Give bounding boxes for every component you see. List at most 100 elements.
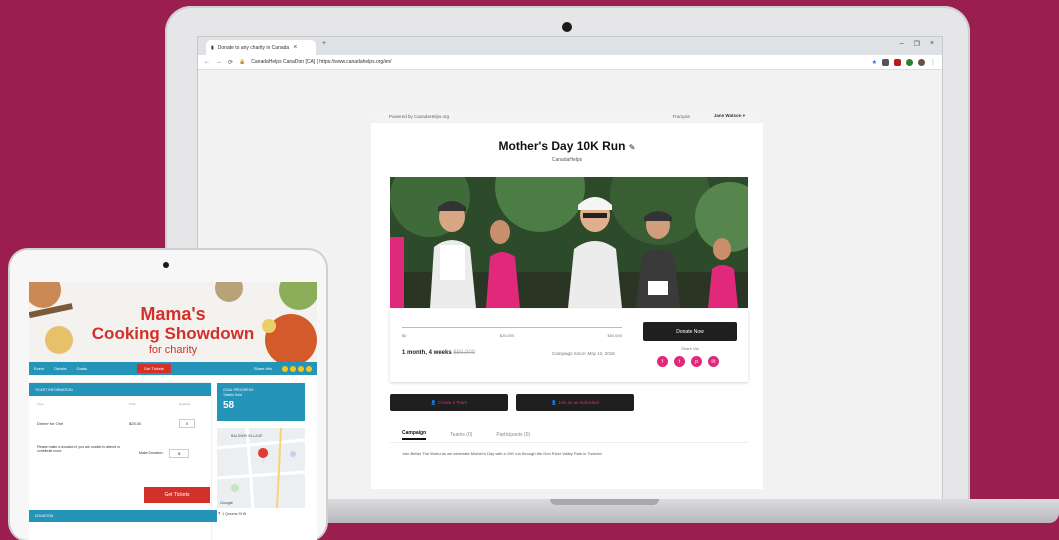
campaign-title-text: Mother's Day 10K Run [498,139,626,153]
goal-text: $50,000 [453,350,476,356]
google-map-logo: Google [220,500,233,505]
event-address: 📍 1 Queens St W [217,512,246,516]
share-label: Share Via [681,346,699,351]
campaign-tabs: Campaign Teams (0) Participants (0) [390,427,748,443]
event-banner: Mama's Cooking Showdown for charity [29,282,317,362]
donation-input[interactable]: $ [169,449,190,458]
map-area-label: BALDWIN VILLAGE [231,434,263,438]
laptop-camera [562,22,572,32]
share-icon[interactable] [298,365,304,372]
browser-toolbar: ← → ⟳ 🔒 CanadaHelps CanaDon [CA] | https… [198,55,942,70]
campaign-page: Powered by CanadaHelps.org Français Jane… [371,109,763,489]
window-controls: – ❐ × [900,40,934,48]
profile-avatar-icon[interactable] [918,58,925,66]
event-map[interactable]: BALDWIN VILLAGE Google [217,428,305,508]
lock-icon: 🔒 [239,59,246,65]
tablet-camera [163,262,169,268]
maximize-button[interactable]: ❐ [914,40,920,48]
donation-label: Make Donation [139,451,163,455]
nav-get-tickets-button[interactable]: Get Tickets [136,364,171,373]
person-icon: 👤 [551,399,559,405]
col-quantity: Quantity [179,402,191,406]
bookmark-star-icon[interactable]: ★ [872,59,877,66]
share-icons [282,365,312,372]
tab-close-icon[interactable]: × [293,44,297,51]
fundraising-stats-card: $0 $25,000 $50,000 1 month, 4 weeks $50,… [390,309,748,382]
tab-campaign[interactable]: Campaign [402,430,427,440]
event-address-text: 1 Queens St W [222,512,247,516]
banner-title-line3: for charity [148,344,198,356]
tablet-device: Mama's Cooking Showdown for charity Even… [10,250,326,540]
goal-progress-card: GOAL PROGRESS Tickets Sold 58 [217,383,305,421]
tablet-screen: Mama's Cooking Showdown for charity Even… [29,282,317,540]
pinterest-icon[interactable]: p [691,356,702,367]
progress-tick: $50,000 [607,333,622,338]
progress-bar [402,327,622,328]
get-tickets-button[interactable]: Get Tickets [144,487,210,503]
tab-teams[interactable]: Teams (0) [450,432,472,438]
browser-menu-icon[interactable]: ⋮ [930,59,936,66]
share-icons: f t p ✉ [657,356,719,367]
laptop-notch [550,499,659,505]
event-nav: Event Details Goals Get Tickets Share th… [29,362,317,375]
browser-tab-bar: ▮ Donate to any charity in Canada × + – … [198,37,942,55]
nav-item[interactable]: Goals [76,366,86,371]
runners-photo [390,177,748,308]
facebook-icon[interactable]: f [657,356,668,367]
close-window-button[interactable]: × [930,40,934,48]
ticket-form: TICKET INFORMATION Type Price Quantity D… [29,383,217,540]
campaign-start-date: Campaign Since: May 12, 2019 [552,351,615,356]
extension-icons: ★ ⋮ [872,58,936,66]
banner-title-line2: Cooking Showdown [91,324,255,343]
ticket-price: $25.00 [129,421,142,426]
browser-tab[interactable]: ▮ Donate to any charity in Canada × [206,40,316,55]
banner-title-line1: Mama's [140,304,206,324]
location-pin-icon: 📍 [217,512,222,516]
create-team-button[interactable]: 👤 Create a Team [390,394,508,411]
person-icon: 👤 [430,399,438,405]
minimize-button[interactable]: – [900,40,904,48]
hero-image [390,177,748,308]
goal-progress-label: GOAL PROGRESS [223,388,254,392]
extension-icon[interactable] [882,58,889,66]
join-individual-button[interactable]: 👤 Join as an Individual [516,394,634,411]
share-icon[interactable] [306,365,312,372]
email-icon[interactable]: ✉ [708,356,719,367]
ticket-type: Dinner for One [37,421,64,426]
user-menu[interactable]: Jane Watson ▾ [714,113,745,119]
powered-by-text: Powered by CanadaHelps.org [389,113,450,119]
col-price: Price [129,402,136,406]
user-name: Jane Watson [713,113,742,118]
quantity-select[interactable]: 0 [179,419,196,428]
edit-pencil-icon[interactable]: ✎ [629,143,636,152]
nav-item[interactable]: Event [34,366,44,371]
donation-section-header: DONATION [29,510,217,522]
share-icon[interactable] [290,365,296,372]
progress-tick: $0 [402,333,407,338]
donation-note: Please make a donation if you are unable… [37,445,121,453]
forward-icon[interactable]: → [216,59,222,65]
address-bar[interactable]: CanadaHelps CanaDon [CA] | https://www.c… [251,59,865,65]
campaign-organizer: CanadaHelps [551,157,583,163]
language-link[interactable]: Français [673,114,690,119]
tab-favicon-icon: ▮ [211,44,214,51]
share-icon[interactable] [282,365,288,372]
tab-participants[interactable]: Participants (0) [496,432,530,438]
page-top-bar: Powered by CanadaHelps.org Français Jane… [371,109,763,123]
time-left-text: 1 month, 4 weeks $50,000 [402,350,475,356]
tickets-sold-count: 58 [223,400,235,411]
page-title: Mother's Day 10K Run ✎ [371,139,763,153]
nav-item[interactable]: Details [54,366,66,371]
ticket-form-header: TICKET INFORMATION [29,383,211,396]
chevron-down-icon: ▾ [742,113,745,118]
extension-icon[interactable] [894,58,901,66]
join-individual-label: Join as an Individual [558,400,599,405]
create-team-label: Create a Team [437,400,468,405]
reload-icon[interactable]: ⟳ [228,59,233,66]
new-tab-button[interactable]: + [322,40,326,47]
twitter-icon[interactable]: t [674,356,685,367]
map-graphic [217,428,305,508]
donate-now-button[interactable]: Donate Now [643,322,737,341]
extension-icon[interactable] [906,58,913,66]
back-icon[interactable]: ← [204,59,210,65]
